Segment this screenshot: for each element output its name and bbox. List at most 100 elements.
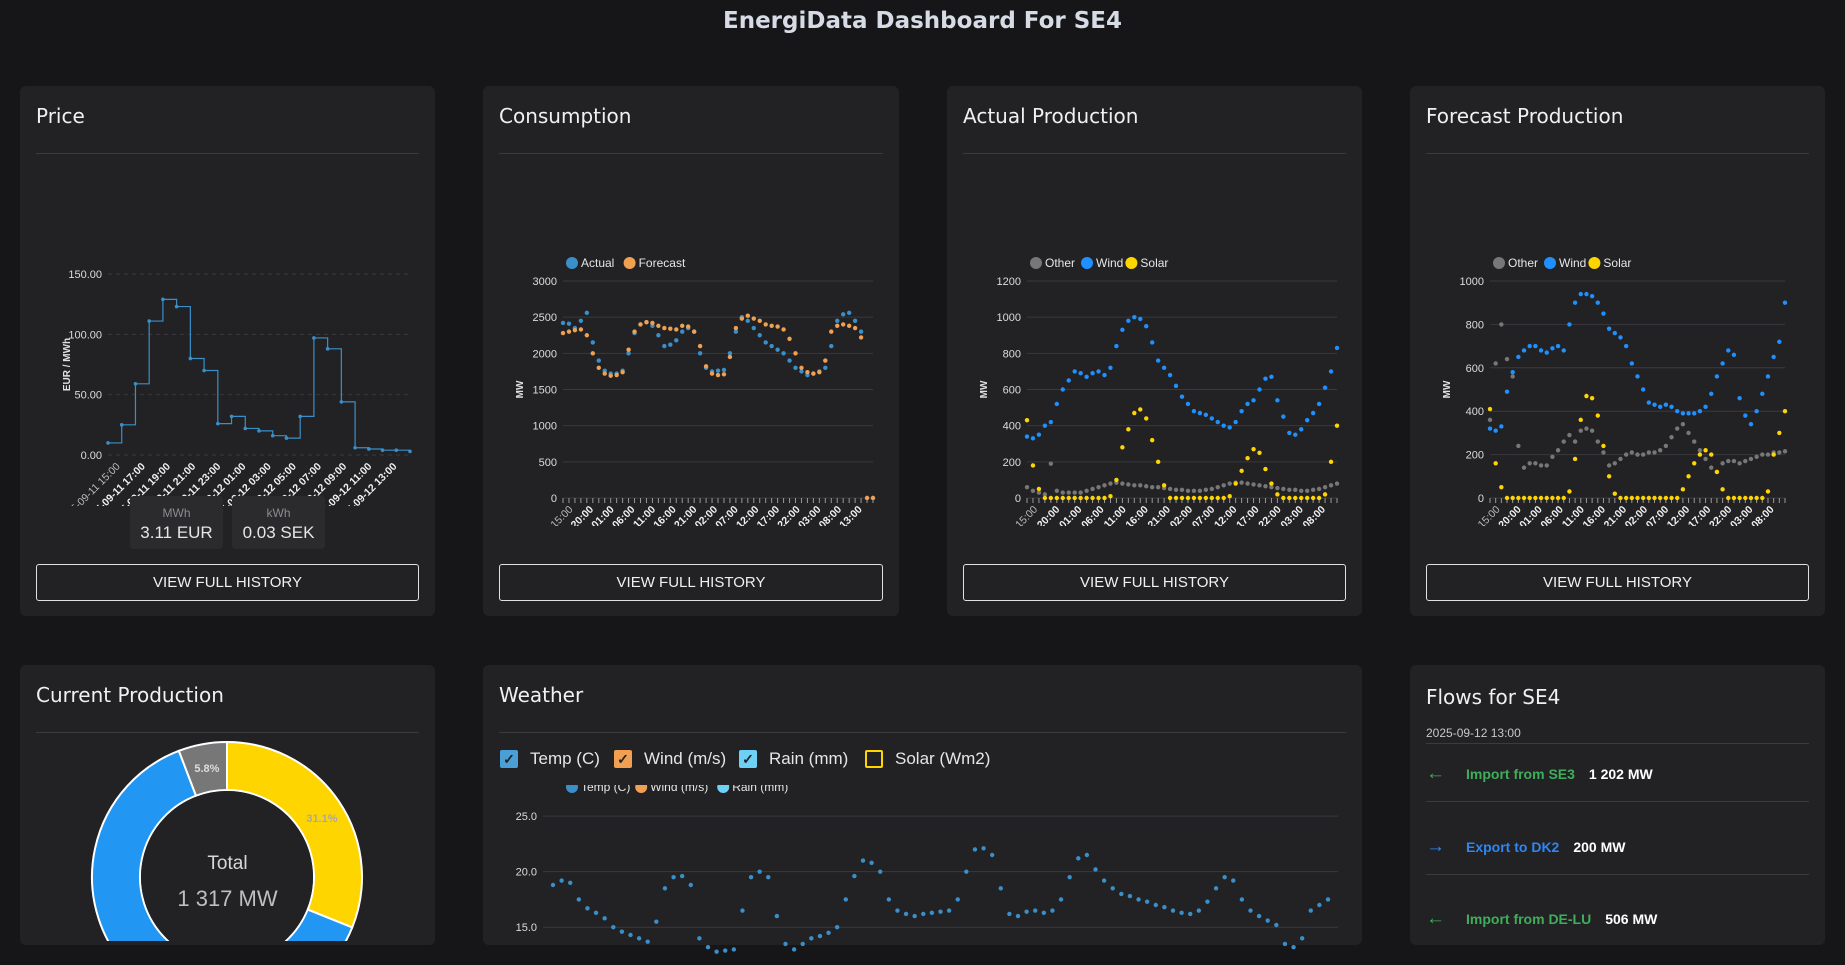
data-point [972, 847, 978, 852]
data-point [791, 947, 797, 952]
checkbox-icon[interactable]: ✓ [500, 750, 518, 768]
data-point [1493, 428, 1498, 433]
data-point [578, 327, 584, 332]
data-point [1584, 426, 1589, 431]
data-point [1161, 365, 1167, 370]
legend-label: Wind [1559, 256, 1586, 270]
data-point [1714, 469, 1720, 475]
forecast-production-history-button[interactable]: VIEW FULL HISTORY [1426, 564, 1809, 601]
data-point [106, 441, 110, 445]
data-point [1138, 316, 1143, 322]
data-point [886, 897, 892, 902]
data-point [1138, 407, 1143, 412]
data-point [1589, 395, 1595, 401]
data-point [584, 333, 590, 338]
temp-checkbox[interactable]: ✓ Temp (C) [500, 749, 600, 769]
data-point [1191, 495, 1197, 501]
data-point [748, 875, 754, 880]
data-point [1066, 495, 1071, 501]
data-point [1203, 495, 1209, 501]
data-point [805, 369, 810, 375]
data-point [751, 316, 756, 321]
data-point [745, 318, 751, 323]
data-point [1072, 490, 1077, 495]
divider [963, 153, 1346, 154]
data-point [1048, 461, 1054, 466]
solar-checkbox[interactable]: Solar (Wm2) [865, 749, 990, 769]
data-point [1652, 495, 1657, 501]
data-point [852, 325, 858, 331]
y-tick-label: 200 [1003, 457, 1021, 469]
checkbox-icon[interactable]: ✓ [614, 750, 632, 768]
arrow-left-icon: ← [1426, 908, 1445, 929]
data-point [1743, 458, 1748, 464]
data-point [1680, 487, 1686, 492]
data-point [858, 335, 864, 340]
data-point [1036, 486, 1042, 492]
data-point [1510, 495, 1515, 501]
data-point [829, 329, 834, 334]
y-tick-label: 0.00 [81, 450, 102, 462]
data-point [1233, 419, 1238, 425]
data-point [216, 421, 220, 426]
data-point [668, 342, 673, 347]
data-point [596, 358, 601, 363]
rain-checkbox[interactable]: ✓ Rain (mm) [739, 749, 848, 769]
data-point [912, 913, 917, 919]
data-point [1572, 456, 1578, 462]
data-point [1155, 484, 1161, 490]
actual-production-history-button[interactable]: VIEW FULL HISTORY [963, 564, 1346, 601]
data-point [1322, 484, 1328, 490]
data-point [636, 936, 642, 941]
data-point [1567, 322, 1572, 327]
price-history-button[interactable]: VIEW FULL HISTORY [36, 564, 419, 601]
y-tick-label: 400 [1003, 421, 1021, 433]
wind-checkbox[interactable]: ✓ Wind (m/s) [614, 749, 726, 769]
data-point [781, 351, 786, 356]
data-point [1293, 487, 1298, 493]
data-point [1030, 488, 1036, 493]
data-point [367, 447, 371, 451]
data-point [1703, 448, 1708, 453]
donut-percent-label: 31.1% [306, 813, 337, 825]
data-point [1595, 300, 1600, 305]
consumption-history-button[interactable]: VIEW FULL HISTORY [499, 564, 883, 601]
data-point [1263, 466, 1268, 472]
divider [499, 732, 1346, 733]
data-point [1777, 450, 1782, 455]
data-point [1572, 439, 1578, 444]
data-point [188, 356, 193, 361]
data-point [1516, 354, 1521, 360]
data-point [656, 323, 661, 329]
data-point [312, 336, 316, 340]
data-point [1132, 314, 1137, 320]
data-point [133, 382, 138, 386]
data-point [1748, 422, 1754, 427]
y-tick-label: 1200 [997, 276, 1021, 288]
data-point [662, 325, 667, 331]
data-point [843, 897, 848, 902]
data-point [1036, 432, 1042, 437]
data-point [1274, 922, 1279, 928]
checkbox-icon[interactable]: ✓ [739, 750, 757, 768]
data-point [1760, 391, 1765, 397]
checkbox-icon[interactable] [865, 750, 883, 768]
price-box-mwh: MWh 3.11 EUR [130, 496, 223, 549]
y-tick-label: 0 [551, 493, 557, 505]
legend-marker [717, 785, 730, 793]
data-point [921, 911, 926, 917]
price-card: Price 0.00 50.00 100.00 150.00 EUR / MWh 2025… [20, 86, 435, 616]
y-tick-label: 1000 [997, 312, 1021, 324]
data-point [1703, 456, 1708, 462]
data-point [793, 351, 798, 356]
data-point [721, 372, 727, 377]
data-point [1544, 463, 1549, 468]
data-point [1720, 487, 1725, 492]
data-point [981, 846, 986, 851]
data-point [174, 304, 179, 309]
data-point [1072, 495, 1077, 501]
data-point [1623, 343, 1629, 349]
data-point [1067, 875, 1072, 880]
data-point [572, 327, 578, 333]
data-point [1663, 443, 1669, 449]
